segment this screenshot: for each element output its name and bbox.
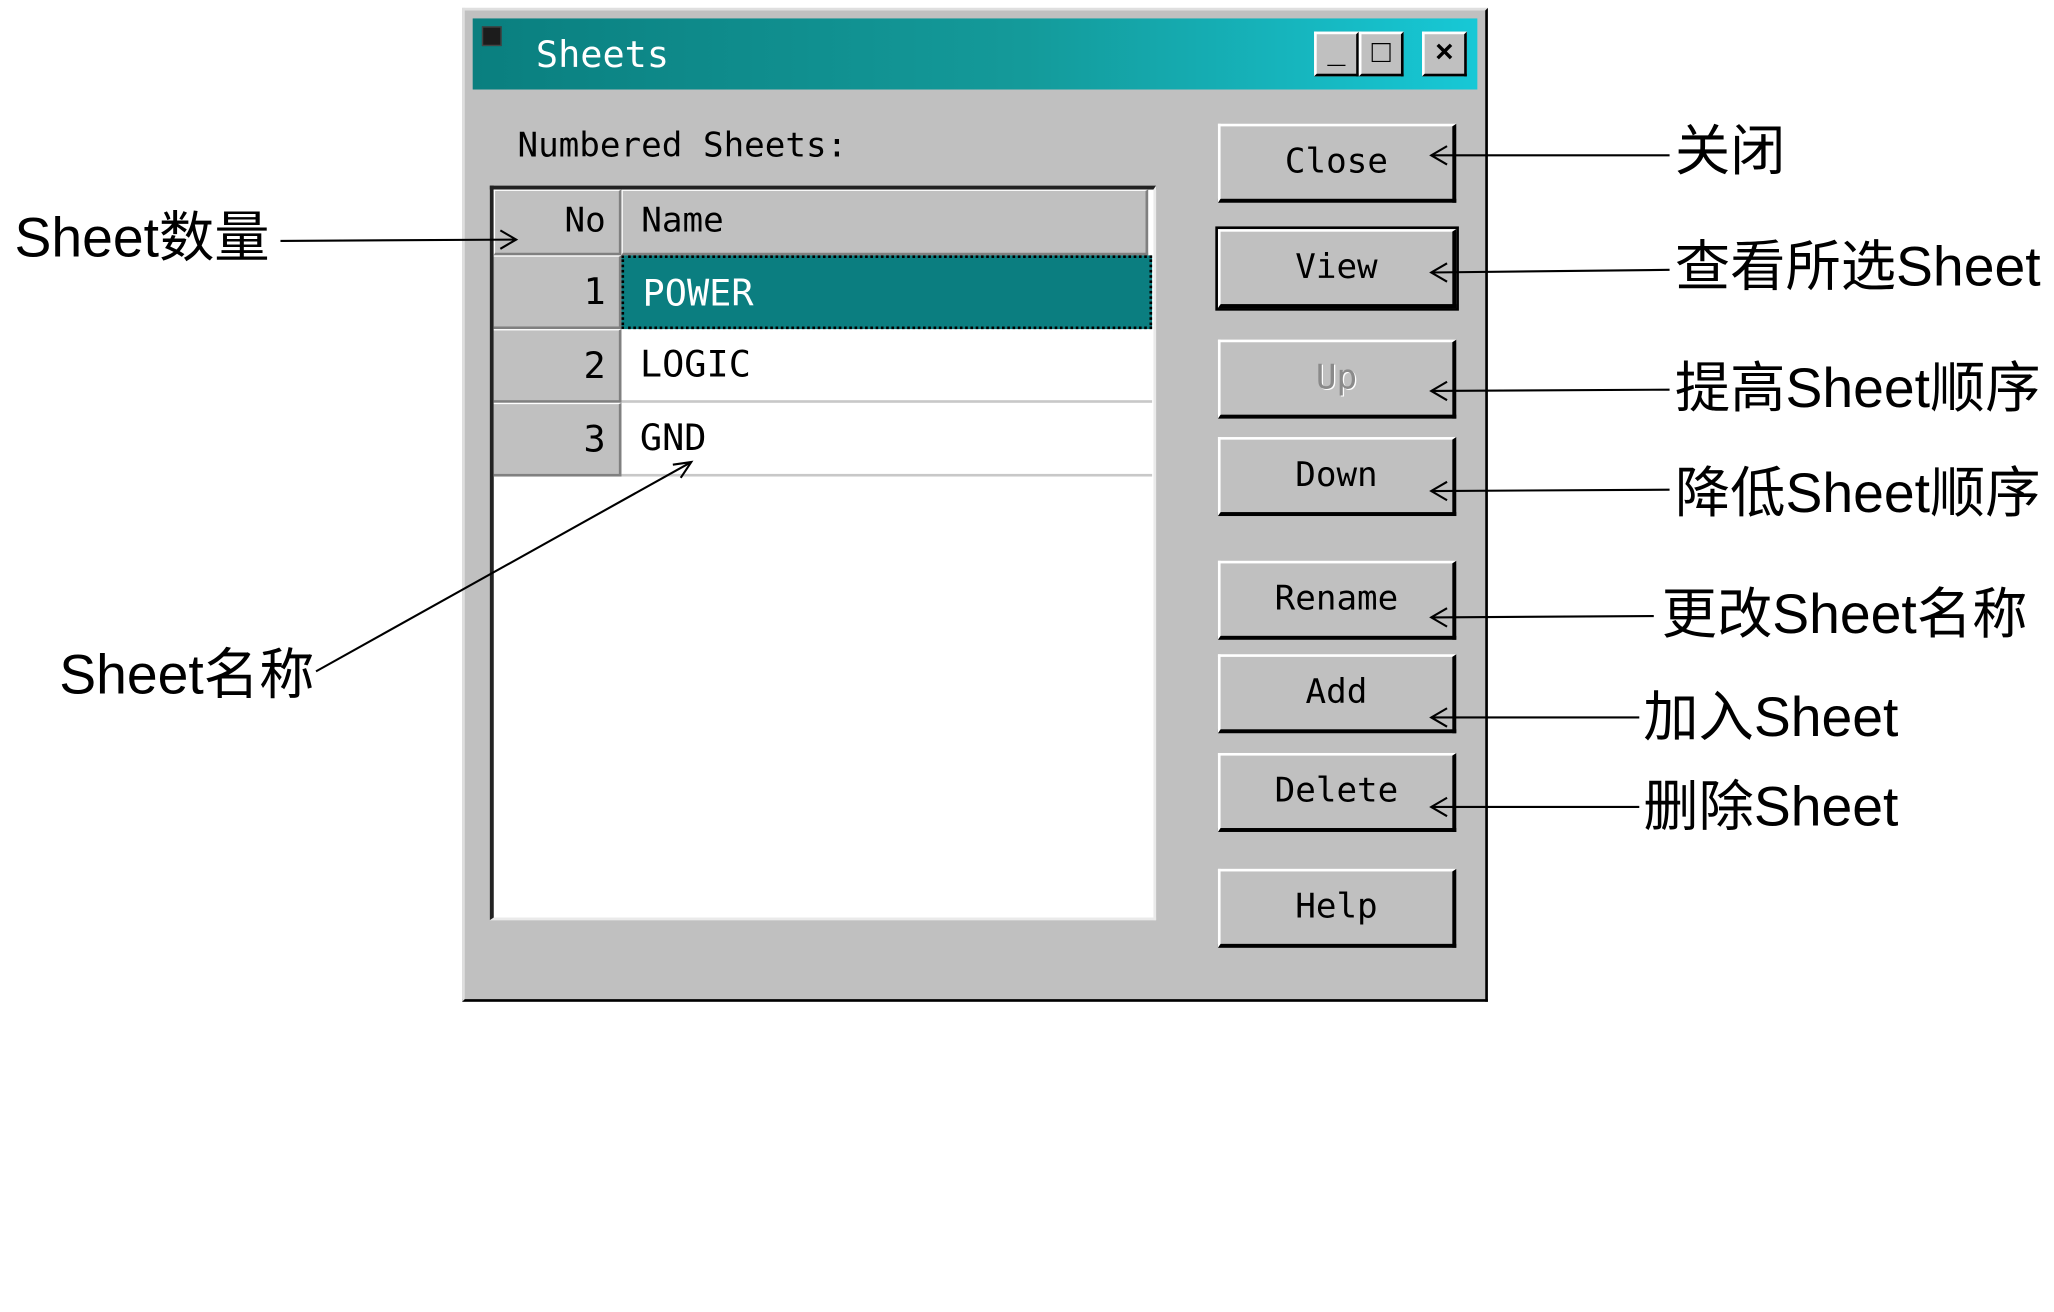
annotation-close: 关闭: [1674, 119, 1786, 182]
annotated-dialog-figure: Sheets _ □ × Numbered Sheets: No Name 1 …: [0, 0, 2054, 1312]
annotation-sheet-count: Sheet数量: [14, 206, 270, 269]
callout-line-rename: [1431, 615, 1654, 619]
annotation-rename: 更改Sheet名称: [1661, 583, 2028, 646]
callout-line-sheet-count: [280, 238, 517, 242]
annotation-add: 加入Sheet: [1643, 685, 1899, 748]
callout-line-sheet-name: [315, 461, 692, 673]
callout-line-up: [1431, 388, 1670, 393]
annotation-sheet-name: Sheet名称: [59, 643, 315, 706]
annotation-down: 降低Sheet顺序: [1674, 462, 2041, 524]
annotation-view: 查看所选Sheet: [1674, 235, 2041, 298]
callout-line-down: [1431, 488, 1670, 493]
callout-line-view: [1431, 268, 1670, 274]
annotation-up: 提高Sheet顺序: [1674, 356, 2041, 419]
annotation-delete: 删除Sheet: [1643, 775, 1899, 838]
